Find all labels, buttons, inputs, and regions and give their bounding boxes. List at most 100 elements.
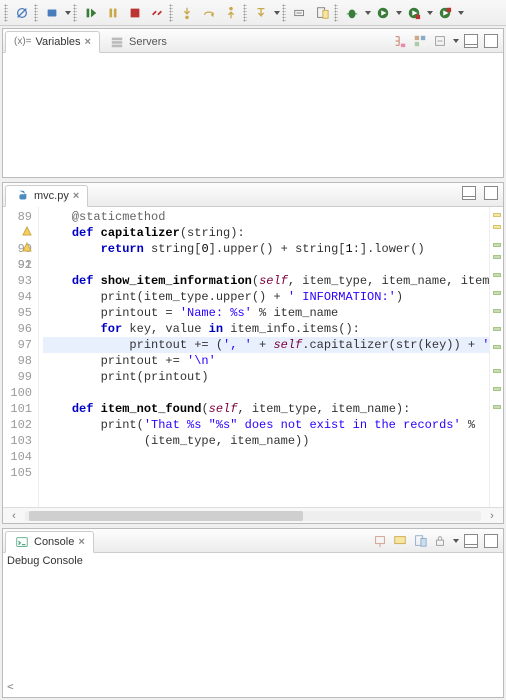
tab-console[interactable]: Console × (5, 531, 94, 553)
console-body[interactable]: Debug Console < (3, 553, 503, 697)
pause-icon[interactable] (103, 3, 123, 23)
line-number: 94 (5, 289, 32, 305)
code-line[interactable]: printout += (', ' + self.capitalizer(str… (43, 337, 489, 353)
run-last-icon[interactable] (404, 3, 424, 23)
dropdown-arrow-icon[interactable] (426, 3, 433, 23)
search-icon[interactable] (290, 3, 310, 23)
dropdown-arrow-icon[interactable] (457, 3, 464, 23)
stop-icon[interactable] (125, 3, 145, 23)
bookmark-icon[interactable] (312, 3, 332, 23)
ruler-mark[interactable] (493, 213, 501, 217)
scroll-right-icon[interactable]: › (485, 510, 499, 522)
ruler-mark[interactable] (493, 291, 501, 295)
toolbar-grip[interactable] (34, 4, 38, 22)
disconnect-icon[interactable] (147, 3, 167, 23)
dropdown-arrow-icon[interactable] (273, 3, 280, 23)
collapse-icon[interactable] (432, 33, 448, 49)
code-area[interactable]: @staticmethod def capitalizer(string): r… (39, 207, 489, 507)
toolbar-grip[interactable] (282, 4, 286, 22)
debug-icon[interactable] (342, 3, 362, 23)
lock-icon[interactable] (432, 533, 448, 549)
editor-body[interactable]: 89 90 9192939495969798991001011021031041… (3, 207, 503, 507)
step-into-icon[interactable] (177, 3, 197, 23)
code-line[interactable]: print('That %s "%s" does not exist in th… (43, 417, 489, 433)
toolbar-grip[interactable] (73, 4, 77, 22)
types-icon[interactable] (412, 33, 428, 49)
code-line[interactable]: def item_not_found(self, item_type, item… (43, 401, 489, 417)
tab-servers[interactable]: Servers (100, 31, 176, 53)
line-number: 97 (5, 337, 32, 353)
code-line[interactable] (43, 449, 489, 465)
external-icon[interactable] (435, 3, 455, 23)
ruler-mark[interactable] (493, 327, 501, 331)
scroll-thumb[interactable] (29, 511, 303, 521)
toolbar-grip[interactable] (169, 4, 173, 22)
code-line[interactable]: (item_type, item_name)) (43, 433, 489, 449)
ruler-mark[interactable] (493, 369, 501, 373)
line-number: 90 (5, 225, 32, 241)
overview-ruler[interactable] (489, 207, 503, 507)
scroll-track[interactable] (25, 511, 481, 521)
code-line[interactable] (43, 385, 489, 401)
dropline-icon[interactable] (251, 3, 271, 23)
ruler-mark[interactable] (493, 405, 501, 409)
line-number: 98 (5, 353, 32, 369)
run-icon[interactable] (373, 3, 393, 23)
display-icon[interactable] (392, 533, 408, 549)
line-number: 100 (5, 385, 32, 401)
resume-icon[interactable] (81, 3, 101, 23)
code-line[interactable]: print(printout) (43, 369, 489, 385)
clear-icon[interactable] (412, 533, 428, 549)
code-line[interactable]: @staticmethod (43, 209, 489, 225)
ruler-mark[interactable] (493, 345, 501, 349)
horizontal-scrollbar[interactable]: ‹ › (3, 507, 503, 523)
step-return-icon[interactable] (221, 3, 241, 23)
dropdown-arrow-icon[interactable] (395, 3, 402, 23)
close-icon[interactable]: × (73, 190, 79, 202)
tab-mvc-py[interactable]: mvc.py × (5, 185, 88, 207)
view-menu-icon[interactable] (452, 531, 459, 551)
ruler-mark[interactable] (493, 309, 501, 313)
close-icon[interactable]: × (78, 536, 84, 548)
minimize-icon[interactable] (463, 533, 479, 549)
dropdown-arrow-icon[interactable] (364, 3, 371, 23)
tab-variables[interactable]: (x)= Variables × (5, 31, 100, 53)
ruler-mark[interactable] (493, 387, 501, 391)
toolbar-grip[interactable] (4, 4, 8, 22)
maximize-icon[interactable] (483, 185, 499, 201)
code-line[interactable]: return string[0].upper() + string[1:].lo… (43, 241, 489, 257)
code-line[interactable]: printout = 'Name: %s' % item_name (43, 305, 489, 321)
code-line[interactable]: def capitalizer(string): (43, 225, 489, 241)
line-number: 95 (5, 305, 32, 321)
maximize-icon[interactable] (483, 533, 499, 549)
dropdown-arrow-icon[interactable] (64, 3, 71, 23)
toolbar-grip[interactable] (334, 4, 338, 22)
console-pane: Console × Debug Console < (2, 528, 504, 698)
toolbar-grip[interactable] (243, 4, 247, 22)
pin-icon[interactable] (372, 533, 388, 549)
code-line[interactable]: print(item_type.upper() + ' INFORMATION:… (43, 289, 489, 305)
code-line[interactable]: for key, value in item_info.items(): (43, 321, 489, 337)
variables-pane: (x)= Variables × Servers (2, 28, 504, 178)
view-menu-icon[interactable] (452, 31, 459, 51)
close-icon[interactable]: × (85, 36, 91, 48)
skip-breakpoints-icon[interactable] (12, 3, 32, 23)
code-line[interactable] (43, 465, 489, 481)
python-file-icon (14, 188, 30, 204)
tree-icon[interactable] (392, 33, 408, 49)
minimize-icon[interactable] (461, 185, 477, 201)
ruler-mark[interactable] (493, 255, 501, 259)
variables-body[interactable] (3, 53, 503, 177)
ruler-mark[interactable] (493, 243, 501, 247)
ruler-mark[interactable] (493, 273, 501, 277)
scroll-left-icon[interactable]: ‹ (7, 510, 21, 522)
ruler-mark[interactable] (493, 225, 501, 229)
code-line[interactable]: printout += '\n' (43, 353, 489, 369)
line-number: 101 (5, 401, 32, 417)
step-over-icon[interactable] (199, 3, 219, 23)
code-line[interactable]: def show_item_information(self, item_typ… (43, 273, 489, 289)
restart-icon[interactable] (42, 3, 62, 23)
minimize-icon[interactable] (463, 33, 479, 49)
code-line[interactable] (43, 257, 489, 273)
maximize-icon[interactable] (483, 33, 499, 49)
